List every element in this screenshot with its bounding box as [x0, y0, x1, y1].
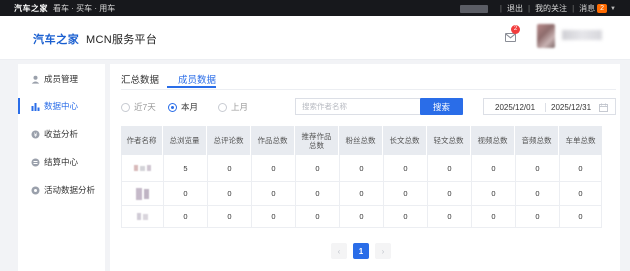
- active-tab-indicator: [167, 86, 216, 88]
- range-last-month-radio[interactable]: 上月: [218, 101, 248, 113]
- message-link[interactable]: 消息: [579, 3, 595, 14]
- tab-member-data[interactable]: 成员数据: [178, 72, 216, 86]
- author-name-cell[interactable]: [122, 206, 164, 227]
- tabs-divider: [121, 89, 616, 90]
- topbar-links[interactable]: 看车 · 买车 · 用车: [53, 3, 115, 14]
- sidebar-item-settlement-center[interactable]: 结算中心: [18, 152, 105, 172]
- date-end[interactable]: 2025/12/31: [551, 103, 591, 112]
- logout-link[interactable]: 退出: [507, 3, 523, 14]
- col-total-works: 作品总数: [251, 126, 295, 155]
- table-header: 作者名称 总浏览量 总评论数 作品总数 推荐作品总数 粉丝总数 长文总数 轻文总…: [121, 126, 602, 155]
- prev-page-button[interactable]: ‹: [331, 243, 347, 259]
- my-follow-link[interactable]: 我的关注: [535, 3, 567, 14]
- next-page-button[interactable]: ›: [375, 243, 391, 259]
- sidebar: 成员管理 数据中心 ¥ 收益分析 结算中心 活动数据分析: [18, 64, 105, 271]
- date-range-picker[interactable]: 2025/12/01 2025/12/31: [483, 98, 616, 115]
- user-icon: [31, 75, 40, 84]
- brand-logo[interactable]: 汽车之家: [33, 31, 79, 47]
- topbar-username-blurred: [459, 4, 488, 13]
- author-name-blurred: [136, 187, 149, 200]
- col-recommended-works: 推荐作品总数: [295, 126, 339, 155]
- col-videos: 视频总数: [471, 126, 515, 155]
- tab-summary-data[interactable]: 汇总数据: [121, 72, 159, 86]
- sidebar-item-activity-data-analysis[interactable]: 活动数据分析: [18, 180, 105, 200]
- sidebar-item-data-center[interactable]: 数据中心: [18, 96, 105, 116]
- col-total-fans: 粉丝总数: [339, 126, 383, 155]
- col-author-name: 作者名称: [121, 126, 163, 155]
- avatar[interactable]: [537, 24, 555, 48]
- sidebar-item-member-management[interactable]: 成员管理: [18, 69, 105, 89]
- search-button[interactable]: 搜索: [420, 98, 463, 115]
- table-row: 5 0 0 0 0 0 0 0 0 0: [121, 155, 602, 182]
- author-name-cell[interactable]: [122, 155, 164, 181]
- table-row: 0 0 0 0 0 0 0 0 0 0: [121, 206, 602, 228]
- bar-chart-icon: [31, 102, 40, 111]
- settle-icon: [31, 158, 40, 167]
- col-total-comments: 总评论数: [207, 126, 251, 155]
- page-1-button[interactable]: 1: [353, 243, 369, 259]
- col-long-articles: 长文总数: [383, 126, 427, 155]
- calendar-icon[interactable]: [599, 103, 608, 112]
- header: 汽车之家 MCN服务平台 2: [0, 16, 630, 60]
- filter-bar: 近7天 本月 上月 搜索 2025/12/01 2025/12/31: [121, 98, 616, 116]
- activity-icon: [31, 186, 40, 195]
- range-this-month-radio[interactable]: 本月: [168, 101, 198, 113]
- col-car-lists: 车单总数: [565, 136, 596, 145]
- top-bar: 汽车之家 看车 · 买车 · 用车 | 退出 | 我的关注 | 消息 2 ▼: [0, 0, 630, 16]
- user-name-blurred[interactable]: [562, 30, 602, 40]
- col-audios: 音频总数: [515, 126, 559, 155]
- mail-badge: 2: [511, 25, 520, 34]
- author-search-input[interactable]: [295, 98, 420, 115]
- table-row: 0 0 0 0 0 0 0 0 0 0: [121, 182, 602, 206]
- author-name-blurred: [137, 213, 148, 220]
- member-data-table: 作者名称 总浏览量 总评论数 作品总数 推荐作品总数 粉丝总数 长文总数 轻文总…: [121, 126, 602, 228]
- topbar-logo[interactable]: 汽车之家: [14, 3, 48, 14]
- date-start[interactable]: 2025/12/01: [495, 103, 535, 112]
- author-name-cell[interactable]: [122, 182, 164, 205]
- range-last-7-days-radio[interactable]: 近7天: [121, 101, 156, 113]
- coin-icon: ¥: [31, 130, 40, 139]
- author-name-blurred: [134, 165, 151, 171]
- col-short-articles: 轻文总数: [427, 126, 471, 155]
- mail-icon[interactable]: [505, 33, 516, 42]
- col-total-views: 总浏览量: [163, 126, 207, 155]
- topbar-right: | 退出 | 我的关注 | 消息 2 ▼: [459, 3, 616, 14]
- message-count-badge: 2: [597, 4, 608, 13]
- sidebar-item-revenue-analysis[interactable]: ¥ 收益分析: [18, 124, 105, 144]
- platform-title: MCN服务平台: [86, 34, 158, 46]
- chevron-down-icon[interactable]: ▼: [610, 6, 616, 12]
- main-panel: 汇总数据 成员数据 近7天 本月 上月 搜索 2025/12/01 2025/1…: [110, 64, 620, 271]
